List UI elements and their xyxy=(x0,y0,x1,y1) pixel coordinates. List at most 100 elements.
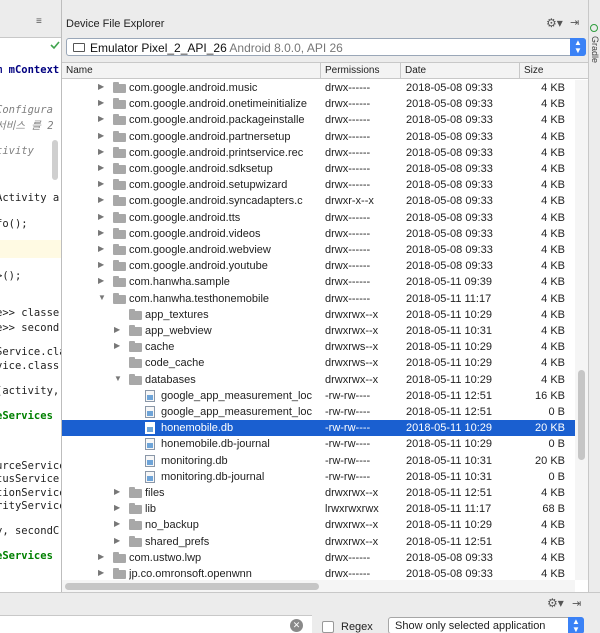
tree-row-folder[interactable]: ▶ com.google.android.partnersetup drwx----… xyxy=(62,129,575,145)
tree-row-file[interactable]: monitoring.db -rw-rw---- 2018-05-11 10:31 2… xyxy=(62,453,575,469)
horizontal-scroll-thumb[interactable] xyxy=(65,583,319,590)
expand-arrow-icon[interactable]: ▶ xyxy=(98,568,108,577)
tree-row-folder[interactable]: ▼ com.hanwha.testhonemobile drwx------ 2018… xyxy=(62,291,575,307)
row-size: 4 KB xyxy=(541,195,565,208)
tree-row-folder[interactable]: ▶ no_backup drwxrwx--x 2018-05-11 10:29 4 KB xyxy=(62,517,575,533)
tree-row-file[interactable]: honemobile.db-journal -rw-rw---- 2018-05-1… xyxy=(62,436,575,452)
row-permissions: -rw-rw---- xyxy=(325,454,371,467)
horizontal-scrollbar[interactable] xyxy=(62,580,575,592)
row-date: 2018-05-08 09:33 xyxy=(406,195,493,208)
folder-icon xyxy=(113,227,126,239)
expand-arrow-icon[interactable]: ▶ xyxy=(98,195,108,204)
tree-row-folder[interactable]: ▶ com.google.android.setupwizard drwx-----… xyxy=(62,177,575,193)
logcat-hide-icon[interactable]: ⇥ xyxy=(572,597,581,610)
clear-search-icon[interactable]: ✕ xyxy=(290,619,303,632)
folder-icon xyxy=(129,325,142,336)
column-header-date[interactable]: Date xyxy=(405,65,426,76)
expand-arrow-icon[interactable]: ▶ xyxy=(98,276,108,285)
row-permissions: drwx------ xyxy=(325,551,371,564)
regex-checkbox[interactable] xyxy=(322,621,334,633)
folder-icon xyxy=(113,146,126,158)
row-date: 2018-05-11 11:17 xyxy=(406,503,492,516)
code-editor[interactable]: ≡ m mContext Configura 서비스 를 2 tivity Activi… xyxy=(0,0,62,592)
collapse-arrow-icon[interactable]: ▼ xyxy=(98,293,108,302)
expand-arrow-icon[interactable]: ▶ xyxy=(98,212,108,221)
row-size: 4 KB xyxy=(541,292,565,305)
tree-row-folder[interactable]: ▶ com.google.android.onetimeinitialize drw… xyxy=(62,96,575,112)
expand-arrow-icon[interactable]: ▶ xyxy=(98,114,108,123)
expand-arrow-icon[interactable]: ▶ xyxy=(98,228,108,237)
tree-row-file[interactable]: honemobile.db -rw-rw---- 2018-05-11 10:29 2… xyxy=(62,420,575,437)
expand-arrow-icon[interactable]: ▶ xyxy=(114,519,124,528)
tree-row-folder[interactable]: ▶ com.google.android.music drwx------ 2018-… xyxy=(62,80,575,96)
code-line: Configura xyxy=(0,104,53,116)
tree-row-folder[interactable]: ▶ files drwxrwx--x 2018-05-11 12:51 4 KB xyxy=(62,485,575,501)
row-permissions: drwxrwx--x xyxy=(325,535,379,548)
tree-row-file[interactable]: google_app_measurement_loc -rw-rw---- 2018… xyxy=(62,388,575,404)
column-header-name[interactable]: Name xyxy=(66,65,93,76)
expand-arrow-icon[interactable]: ▶ xyxy=(98,131,108,140)
gradle-tab[interactable]: Gradle xyxy=(590,36,600,63)
expand-arrow-icon[interactable]: ▶ xyxy=(98,552,108,561)
row-size: 4 KB xyxy=(541,227,565,240)
tree-row-folder[interactable]: ▶ com.google.android.tts drwx------ 2018-05… xyxy=(62,210,575,226)
tree-row-folder[interactable]: ▶ com.google.android.webview drwx------ 201… xyxy=(62,242,575,258)
row-permissions: drwxrwx--x xyxy=(325,325,379,337)
tree-row-folder[interactable]: ▶ com.google.android.packageinstalle drwx-… xyxy=(62,112,575,128)
row-name: shared_prefs xyxy=(145,535,210,548)
row-permissions: drwx------ xyxy=(325,98,371,111)
tree-row-folder[interactable]: ▶ com.ustwo.lwp drwx------ 2018-05-08 09:33… xyxy=(62,550,575,566)
expand-arrow-icon[interactable]: ▶ xyxy=(98,260,108,269)
editor-scrollbar[interactable] xyxy=(52,140,58,180)
tree-row-folder[interactable]: code_cache drwxrws--x 2018-05-11 10:29 4 KB xyxy=(62,355,575,371)
tree-row-folder[interactable]: ▶ com.google.android.videos drwx------ 2018… xyxy=(62,226,575,242)
collapse-arrow-icon[interactable]: ▼ xyxy=(114,374,124,383)
tree-row-folder[interactable]: ▶ shared_prefs drwxrwx--x 2018-05-11 12:51 4… xyxy=(62,534,575,550)
row-size: 4 KB xyxy=(541,98,565,111)
app-filter-select[interactable]: Show only selected application ▲ ▼ xyxy=(388,617,584,633)
dropdown-arrows-icon[interactable]: ▲ ▼ xyxy=(570,38,586,56)
dropdown-arrows-icon[interactable]: ▲ ▼ xyxy=(568,617,584,633)
tree-row-folder[interactable]: ▶ app_webview drwxrwx--x 2018-05-11 10:31 4 … xyxy=(62,323,575,339)
column-header-permissions[interactable]: Permissions xyxy=(325,65,379,76)
expand-arrow-icon[interactable]: ▶ xyxy=(98,98,108,107)
expand-arrow-icon[interactable]: ▶ xyxy=(114,487,124,496)
tree-row-folder[interactable]: app_textures drwxrwx--x 2018-05-11 10:29 4 … xyxy=(62,307,575,323)
check-icon xyxy=(50,41,60,50)
tree-row-folder[interactable]: ▶ com.hanwha.sample drwx------ 2018-05-11 0… xyxy=(62,274,575,290)
expand-arrow-icon[interactable]: ▶ xyxy=(98,147,108,156)
hide-panel-icon[interactable]: ⇥ xyxy=(570,16,579,29)
expand-arrow-icon[interactable]: ▶ xyxy=(98,163,108,172)
row-date: 2018-05-08 09:33 xyxy=(406,98,493,111)
row-size: 4 KB xyxy=(541,179,565,192)
settings-gear-icon[interactable]: ⚙▾ xyxy=(546,16,563,30)
folder-icon xyxy=(113,82,126,93)
expand-arrow-icon[interactable]: ▶ xyxy=(98,179,108,188)
tree-row-file[interactable]: google_app_measurement_loc -rw-rw---- 2018… xyxy=(62,404,575,420)
row-date: 2018-05-11 10:29 xyxy=(406,519,493,532)
vertical-scroll-thumb[interactable] xyxy=(578,370,585,460)
tree-row-folder[interactable]: ▶ cache drwxrws--x 2018-05-11 10:29 4 KB xyxy=(62,339,575,355)
logcat-search-input[interactable]: ✕ xyxy=(0,615,312,633)
expand-arrow-icon[interactable]: ▶ xyxy=(114,536,124,545)
row-permissions: drwx------ xyxy=(325,244,371,256)
expand-arrow-icon[interactable]: ▶ xyxy=(98,82,108,91)
column-header-size[interactable]: Size xyxy=(524,65,543,76)
folder-icon xyxy=(113,260,126,272)
code-line: (activity, xyxy=(0,385,60,397)
tree-row-file[interactable]: monitoring.db-journal -rw-rw---- 2018-05-1… xyxy=(62,469,575,485)
expand-arrow-icon[interactable]: ▶ xyxy=(98,244,108,253)
expand-arrow-icon[interactable]: ▶ xyxy=(114,503,124,512)
menu-icon[interactable]: ≡ xyxy=(36,16,42,27)
vertical-scrollbar[interactable] xyxy=(575,80,588,580)
device-selector[interactable]: Emulator Pixel_2_API_26 Android 8.0.0, A… xyxy=(66,38,586,56)
logcat-settings-gear-icon[interactable]: ⚙▾ xyxy=(547,596,564,610)
expand-arrow-icon[interactable]: ▶ xyxy=(114,325,124,334)
tree-row-folder[interactable]: ▶ com.google.android.syncadapters.c drwxr-… xyxy=(62,193,575,209)
expand-arrow-icon[interactable]: ▶ xyxy=(114,341,124,350)
tree-row-folder[interactable]: ▶ com.google.android.sdksetup drwx------ 20… xyxy=(62,161,575,177)
tree-row-folder[interactable]: ▶ com.google.android.printservice.rec drwx… xyxy=(62,145,575,161)
tree-row-folder[interactable]: ▶ com.google.android.youtube drwx------ 201… xyxy=(62,258,575,274)
tree-row-folder[interactable]: ▼ databases drwxrwx--x 2018-05-11 10:29 4 KB xyxy=(62,372,575,388)
tree-row-folder[interactable]: ▶ lib lrwxrwxrwx 2018-05-11 11:17 68 B xyxy=(62,501,575,517)
